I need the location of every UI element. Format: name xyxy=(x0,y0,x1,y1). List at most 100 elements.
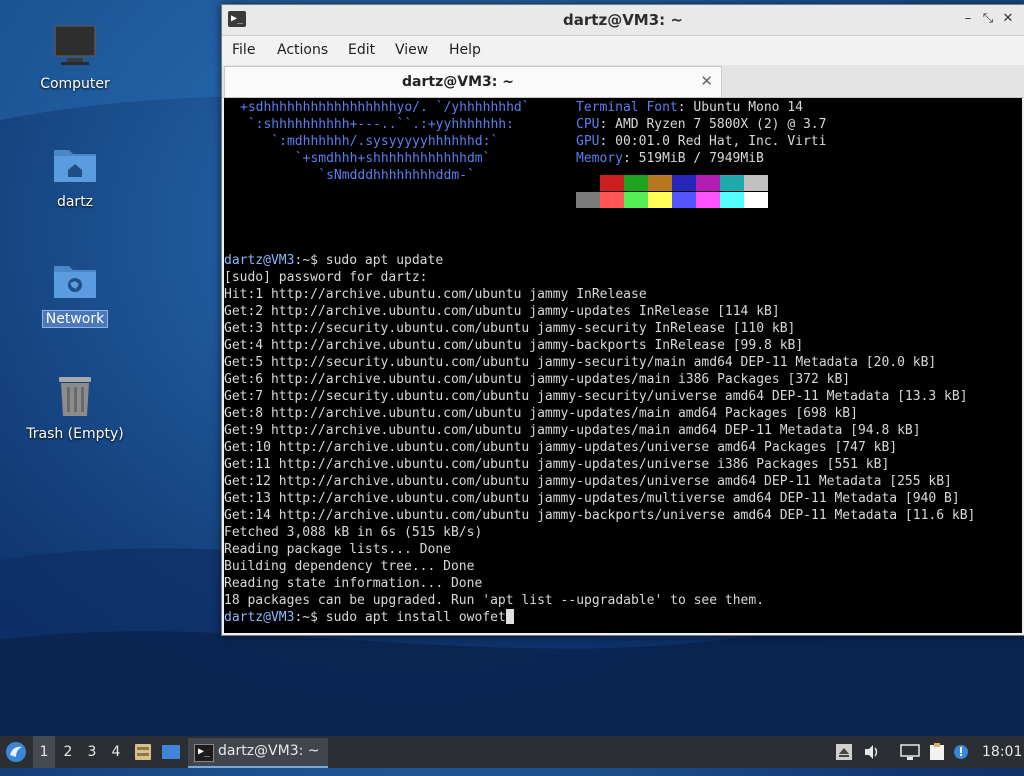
tab-title: dartz@VM3: ~ xyxy=(402,74,514,90)
command-text: sudo apt update xyxy=(325,253,444,268)
tab-terminal[interactable]: dartz@VM3: ~ ✕ xyxy=(224,66,722,97)
info-line: Terminal Font: Ubuntu Mono 14 xyxy=(576,100,803,115)
desktop-icon-label: Network xyxy=(41,310,109,328)
info-value: 519MiB / 7949MiB xyxy=(638,151,764,166)
prompt-suffix: :~$ xyxy=(294,253,326,268)
color-swatch xyxy=(720,192,744,208)
tab-close-icon[interactable]: ✕ xyxy=(700,72,713,90)
desktop-icon-home[interactable]: dartz xyxy=(20,140,130,210)
output-line: Get:6 http://archive.ubuntu.com/ubuntu j… xyxy=(224,372,851,387)
clock[interactable]: 18:01 xyxy=(982,736,1022,768)
start-menu-button[interactable] xyxy=(4,736,30,768)
info-line: Memory: 519MiB / 7949MiB xyxy=(576,151,764,166)
output-line: Get:9 http://archive.ubuntu.com/ubuntu j… xyxy=(224,423,921,438)
ascii-art-line: +sdhhhhhhhhhhhhhhhhhyo/. `/yhhhhhhhd` xyxy=(240,100,530,115)
prompt-user: dartz@VM3 xyxy=(224,253,295,268)
color-swatch xyxy=(624,175,648,191)
minimize-button[interactable]: – xyxy=(960,11,976,27)
output-line: Reading state information... Done xyxy=(224,576,483,591)
command-input[interactable]: sudo apt install owofet xyxy=(326,610,506,625)
maximize-button[interactable]: ⤡ xyxy=(980,11,996,27)
ascii-art-line: `:shhhhhhhhhh+---..``.:+yyhhhhhhh: xyxy=(240,117,514,132)
close-button[interactable]: ✕ xyxy=(1000,11,1016,27)
ascii-art-line: `+smdhhh+shhhhhhhhhhhhdm` xyxy=(240,151,491,166)
output-line: Get:5 http://security.ubuntu.com/ubuntu … xyxy=(224,355,937,370)
tab-bar: dartz@VM3: ~ ✕ xyxy=(222,65,1024,98)
ascii-art-line: `:mdhhhhhh/.sysyyyyyhhhhhhd:` xyxy=(240,134,499,149)
color-swatch xyxy=(696,192,720,208)
info-value: AMD Ryzen 7 5800X (2) @ 3.7 xyxy=(615,117,827,132)
output-line: Get:3 http://security.ubuntu.com/ubuntu … xyxy=(224,321,796,336)
color-swatch xyxy=(720,175,744,191)
desktop-icon-label: Trash (Empty) xyxy=(26,426,124,442)
menu-file[interactable]: File xyxy=(232,42,255,58)
color-swatch xyxy=(600,175,624,191)
desktop-icon-network[interactable]: Network xyxy=(20,256,130,328)
network-icon[interactable] xyxy=(900,743,920,761)
terminal-icon: ▶_ xyxy=(194,744,214,762)
desktop-icon-computer[interactable]: Computer xyxy=(20,22,130,92)
update-notifier-icon[interactable] xyxy=(952,743,970,761)
workspace-1[interactable]: 1 xyxy=(33,736,55,768)
taskbar-item-label: dartz@VM3: ~ xyxy=(218,743,320,759)
prompt-line-current[interactable]: dartz@VM3:~$ sudo apt install owofet xyxy=(224,609,514,626)
file-manager-launcher[interactable] xyxy=(133,736,155,768)
desktop-icon xyxy=(162,745,180,759)
home-folder-icon xyxy=(51,140,99,188)
info-key: Terminal Font xyxy=(576,100,678,115)
trash-icon xyxy=(51,372,99,420)
network-folder-icon xyxy=(51,256,99,304)
output-line: Get:12 http://archive.ubuntu.com/ubuntu … xyxy=(224,474,952,489)
text-cursor xyxy=(505,609,514,624)
output-line: Get:13 http://archive.ubuntu.com/ubuntu … xyxy=(224,491,960,506)
info-key: GPU xyxy=(576,134,600,149)
output-line: Fetched 3,088 kB in 6s (515 kB/s) xyxy=(224,525,483,540)
workspace-2[interactable]: 2 xyxy=(57,736,79,768)
color-swatch xyxy=(696,175,720,191)
menu-edit[interactable]: Edit xyxy=(348,42,375,58)
clipboard-icon[interactable] xyxy=(928,743,946,761)
color-swatch xyxy=(624,192,648,208)
info-line: GPU: 00:01.0 Red Hat, Inc. Virti xyxy=(576,134,827,149)
eject-icon[interactable] xyxy=(835,743,853,761)
window-title: dartz@VM3: ~ xyxy=(563,11,683,29)
show-desktop-button[interactable] xyxy=(161,736,183,768)
workspace-3[interactable]: 3 xyxy=(81,736,103,768)
desktop-icon-label: dartz xyxy=(56,194,94,210)
file-cabinet-icon xyxy=(135,744,151,760)
taskbar: 1 2 3 4 ▶_ dartz@VM3: ~ 18:01 xyxy=(0,736,1024,768)
prompt-suffix: :~$ xyxy=(294,610,326,625)
output-line: Get:8 http://archive.ubuntu.com/ubuntu j… xyxy=(224,406,858,421)
menu-help[interactable]: Help xyxy=(449,42,481,58)
output-line: 18 packages can be upgraded. Run 'apt li… xyxy=(224,593,765,608)
desktop-icon-label: Computer xyxy=(40,76,110,92)
info-key: Memory xyxy=(576,151,623,166)
color-swatch xyxy=(576,192,600,208)
info-value: Ubuntu Mono 14 xyxy=(693,100,803,115)
menu-actions[interactable]: Actions xyxy=(277,42,328,58)
lubuntu-logo-icon xyxy=(6,742,26,762)
info-value: 00:01.0 Red Hat, Inc. Virti xyxy=(615,134,827,149)
workspace-4[interactable]: 4 xyxy=(105,736,127,768)
output-line: Get:4 http://archive.ubuntu.com/ubuntu j… xyxy=(224,338,804,353)
terminal-window[interactable]: ▶_ dartz@VM3: ~ – ⤡ ✕ File Actions Edit … xyxy=(221,4,1024,636)
menu-view[interactable]: View xyxy=(395,42,428,58)
output-line: Building dependency tree... Done xyxy=(224,559,475,574)
color-swatch xyxy=(648,192,672,208)
prompt-user: dartz@VM3 xyxy=(224,610,295,625)
color-swatch xyxy=(744,175,768,191)
info-line: CPU: AMD Ryzen 7 5800X (2) @ 3.7 xyxy=(576,117,827,132)
output-line: Get:10 http://archive.ubuntu.com/ubuntu … xyxy=(224,440,898,455)
menu-bar: File Actions Edit View Help xyxy=(222,36,1024,65)
desktop-icon-trash[interactable]: Trash (Empty) xyxy=(20,372,130,442)
prompt-line: dartz@VM3:~$ sudo apt update xyxy=(224,252,443,269)
output-line: Get:7 http://security.ubuntu.com/ubuntu … xyxy=(224,389,968,404)
computer-icon xyxy=(51,22,99,70)
taskbar-item-terminal[interactable]: ▶_ dartz@VM3: ~ xyxy=(188,738,328,768)
output-line: Reading package lists... Done xyxy=(224,542,451,557)
color-swatch xyxy=(648,175,672,191)
volume-icon[interactable] xyxy=(863,743,881,761)
output-line: Hit:1 http://archive.ubuntu.com/ubuntu j… xyxy=(224,287,647,302)
terminal-output[interactable]: +sdhhhhhhhhhhhhhhhhhyo/. `/yhhhhhhhd` `:… xyxy=(224,98,1022,633)
title-bar[interactable]: ▶_ dartz@VM3: ~ – ⤡ ✕ xyxy=(222,5,1024,36)
